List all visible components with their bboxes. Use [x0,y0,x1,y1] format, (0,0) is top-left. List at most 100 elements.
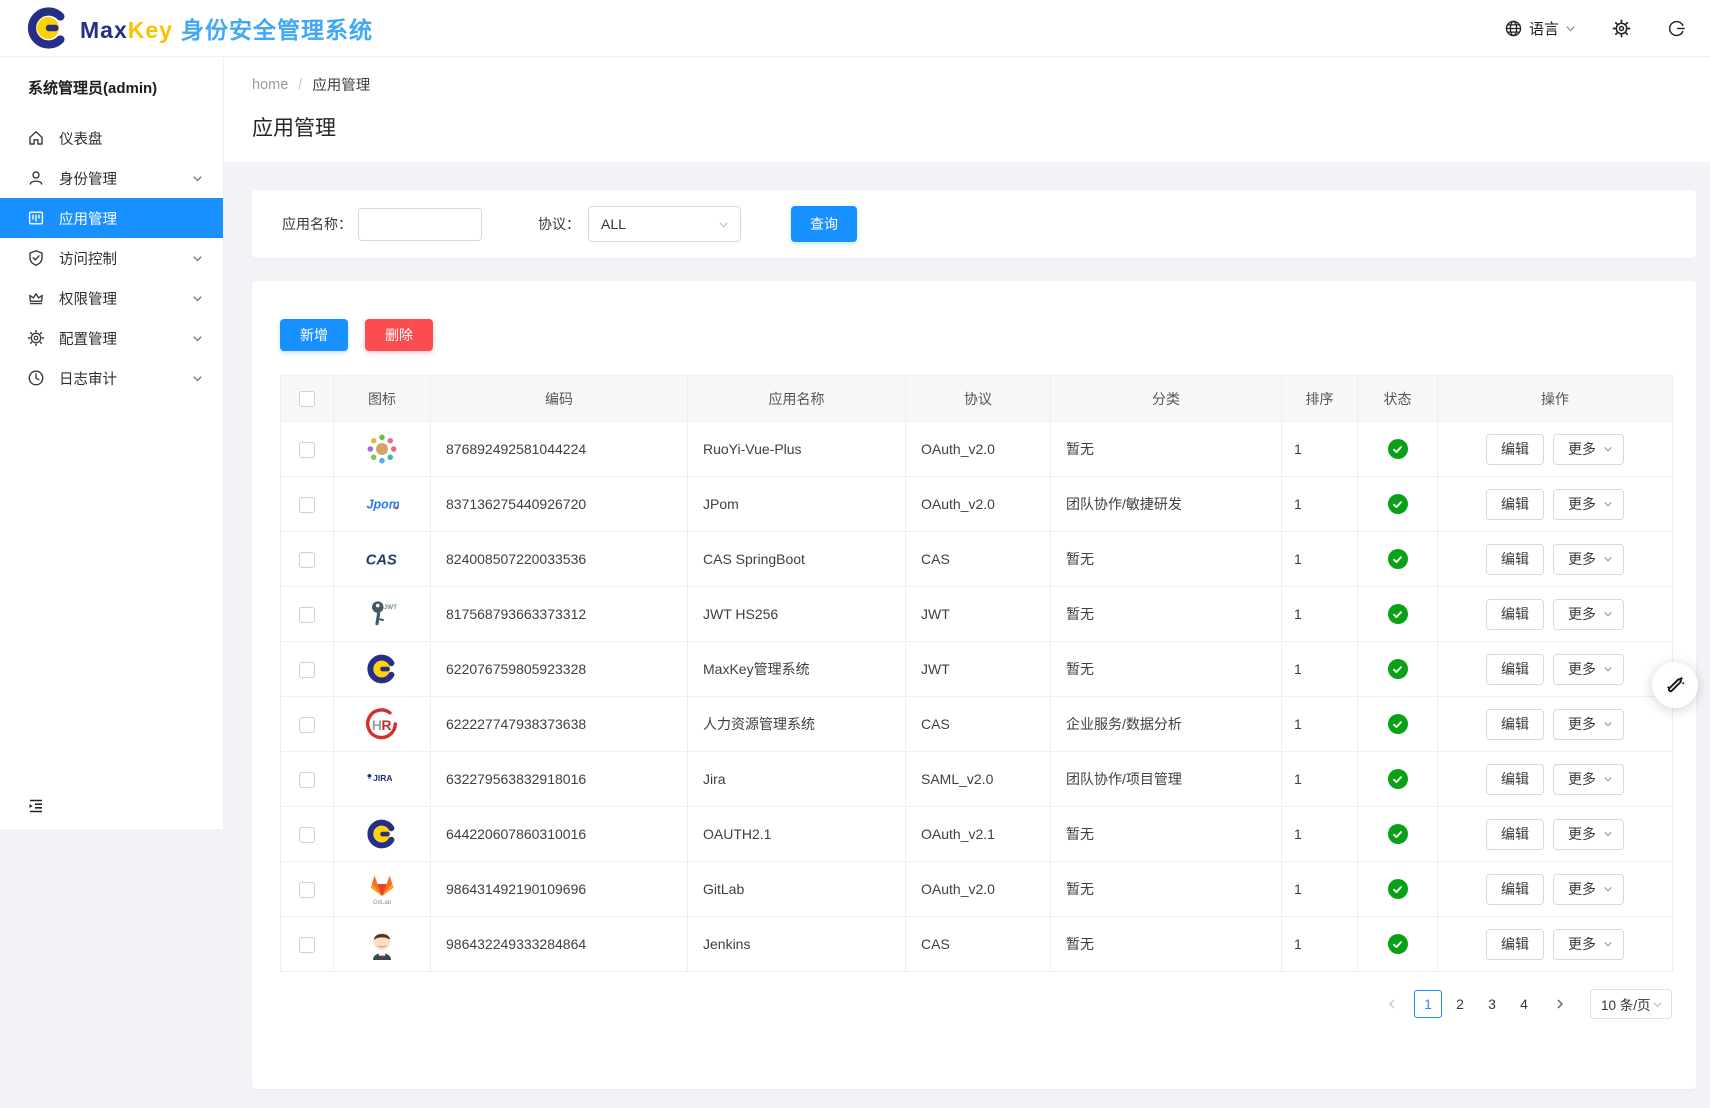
page-button-1[interactable]: 1 [1414,990,1442,1018]
sidebar-item-label: 仪表盘 [59,128,203,149]
more-button[interactable]: 更多 [1553,709,1624,740]
edit-button[interactable]: 编辑 [1486,874,1544,905]
more-button[interactable]: 更多 [1553,599,1624,630]
col-status-header: 状态 [1358,376,1438,422]
more-button[interactable]: 更多 [1553,874,1624,905]
gitlab-logo: GitLab [365,872,399,906]
page-size-value: 10 条/页 [1601,994,1651,1014]
page-size-select[interactable]: 10 条/页 [1590,989,1672,1019]
chevron-down-icon [192,293,203,304]
edit-button[interactable]: 编辑 [1486,654,1544,685]
sidebar-item-1[interactable]: 身份管理 [0,158,223,198]
delete-button[interactable]: 删除 [365,319,433,351]
next-page-button[interactable] [1548,990,1572,1018]
edit-button[interactable]: 编辑 [1486,764,1544,795]
prev-page-button[interactable] [1380,990,1404,1018]
edit-button[interactable]: 编辑 [1486,599,1544,630]
edit-button[interactable]: 编辑 [1486,434,1544,465]
more-button[interactable]: 更多 [1553,654,1624,685]
page-button-3[interactable]: 3 [1478,990,1506,1018]
search-button[interactable]: 查询 [791,206,857,242]
app-protocol: CAS [906,697,1051,752]
edit-button[interactable]: 编辑 [1486,819,1544,850]
app-code: 986432249333284864 [431,917,688,972]
menu-fold-icon[interactable] [27,797,45,815]
app-code: 817568793663373312 [431,587,688,642]
row-checkbox[interactable] [299,772,315,788]
page-button-2[interactable]: 2 [1446,990,1474,1018]
sidebar-item-label: 应用管理 [59,208,203,229]
app-sort: 1 [1282,752,1358,807]
more-button[interactable]: 更多 [1553,489,1624,520]
magic-wand-button[interactable] [1652,662,1698,708]
app-category: 暂无 [1051,422,1282,477]
breadcrumb-home-link[interactable]: home [252,77,288,93]
access-control-icon [27,249,45,267]
row-checkbox[interactable] [299,442,315,458]
sidebar-item-5[interactable]: 配置管理 [0,318,223,358]
edit-button[interactable]: 编辑 [1486,929,1544,960]
more-button[interactable]: 更多 [1553,434,1624,465]
status-active-icon [1388,769,1408,789]
row-checkbox[interactable] [299,717,315,733]
breadcrumb-separator: / [298,77,302,93]
row-checkbox[interactable] [299,882,315,898]
more-button[interactable]: 更多 [1553,764,1624,795]
app-name: GitLab [688,862,906,917]
app-protocol: OAuth_v2.1 [906,807,1051,862]
table-row: Jpom837136275440926720JPomOAuth_v2.0团队协作… [281,477,1673,532]
row-checkbox[interactable] [299,607,315,623]
chevron-down-icon [1565,23,1576,34]
more-button[interactable]: 更多 [1553,929,1624,960]
add-button[interactable]: 新增 [280,319,348,351]
app-sort: 1 [1282,917,1358,972]
table-row: JWT817568793663373312JWT HS256JWT暂无1编辑更多 [281,587,1673,642]
cas-logo: CAS [365,542,399,576]
more-button[interactable]: 更多 [1553,544,1624,575]
row-checkbox[interactable] [299,552,315,568]
sidebar-item-0[interactable]: 仪表盘 [0,118,223,158]
jira-logo: JIRA [365,762,399,796]
app-name-input[interactable] [358,208,482,241]
maxkey-logo-icon [26,6,70,50]
app-protocol: OAuth_v2.0 [906,477,1051,532]
language-menu[interactable]: 语言 [1504,18,1576,39]
app-name: OAUTH2.1 [688,807,906,862]
app-code: 837136275440926720 [431,477,688,532]
status-active-icon [1388,879,1408,899]
ruoyi-logo [365,432,399,466]
col-protocol-header: 协议 [906,376,1051,422]
app-code: 622227747938373638 [431,697,688,752]
table-row: CAS824008507220033536CAS SpringBootCAS暂无… [281,532,1673,587]
app-sort: 1 [1282,807,1358,862]
row-checkbox[interactable] [299,662,315,678]
sidebar-item-4[interactable]: 权限管理 [0,278,223,318]
edit-button[interactable]: 编辑 [1486,544,1544,575]
app-name-label: 应用名称： [282,214,352,234]
breadcrumb: home / 应用管理 [252,74,1682,95]
row-checkbox[interactable] [299,937,315,953]
edit-button[interactable]: 编辑 [1486,709,1544,740]
gear-icon[interactable] [1612,19,1631,38]
jwt-logo: JWT [365,597,399,631]
sidebar-item-3[interactable]: 访问控制 [0,238,223,278]
topbar: MaxKey身份安全管理系统 语言 [0,0,1710,57]
row-checkbox[interactable] [299,827,315,843]
edit-button[interactable]: 编辑 [1486,489,1544,520]
more-button[interactable]: 更多 [1553,819,1624,850]
chevron-down-icon [192,253,203,264]
app-sort: 1 [1282,477,1358,532]
sidebar-item-2[interactable]: 应用管理 [0,198,223,238]
chevron-down-icon [1603,719,1613,729]
audit-icon [27,369,45,387]
app-code: 622076759805923328 [431,642,688,697]
current-user-label: 系统管理员(admin) [0,57,223,112]
topbar-actions: 语言 [1504,18,1686,39]
logout-icon[interactable] [1667,19,1686,38]
select-all-checkbox[interactable] [299,391,315,407]
row-checkbox[interactable] [299,497,315,513]
page-button-4[interactable]: 4 [1510,990,1538,1018]
sidebar-item-6[interactable]: 日志审计 [0,358,223,398]
protocol-select[interactable]: ALL [588,206,741,242]
pagination-pages: 1234 [1412,990,1540,1018]
